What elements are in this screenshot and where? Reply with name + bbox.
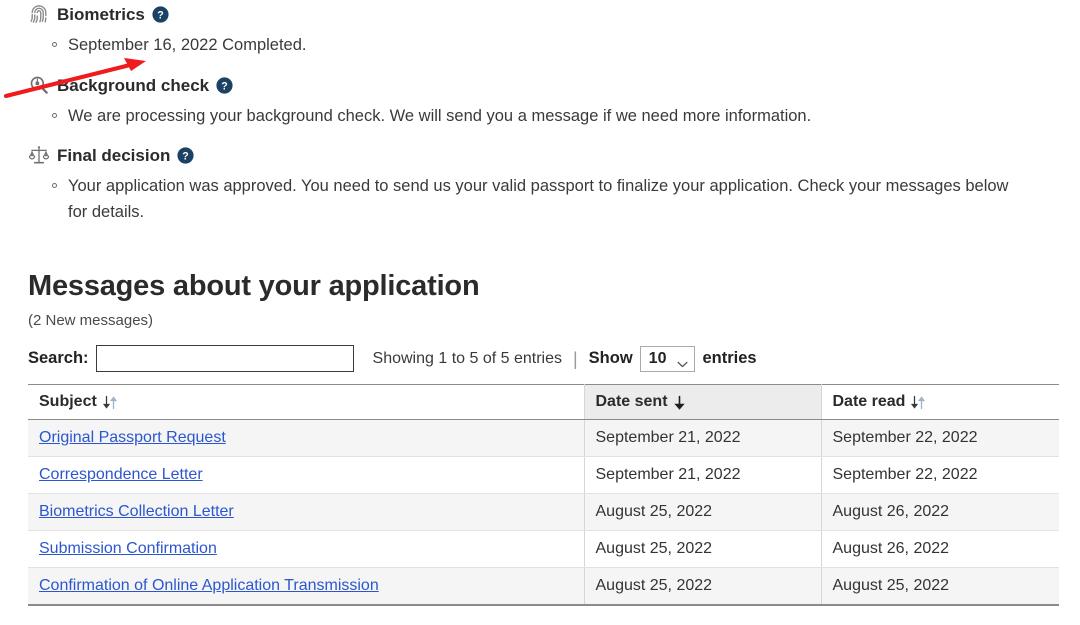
message-link[interactable]: Correspondence Letter xyxy=(39,466,203,483)
cell-subject: Confirmation of Online Application Trans… xyxy=(28,567,585,605)
message-link[interactable]: Submission Confirmation xyxy=(39,540,217,557)
svg-text:?: ? xyxy=(221,80,227,92)
cell-date-read: September 22, 2022 xyxy=(821,419,1059,457)
list-item: September 16, 2022 Completed. xyxy=(52,32,1018,58)
help-icon[interactable]: ? xyxy=(177,146,194,164)
cell-subject: Original Passport Request xyxy=(28,419,585,457)
message-link[interactable]: Original Passport Request xyxy=(39,429,226,446)
column-header-subject[interactable]: Subject xyxy=(28,384,585,420)
stage-header-background-check: Background check ? xyxy=(28,71,1080,99)
help-icon[interactable]: ? xyxy=(152,5,169,23)
page-length-select[interactable]: 10 xyxy=(639,345,696,372)
column-header-date-read[interactable]: Date read xyxy=(821,384,1059,420)
table-row: Correspondence Letter September 21, 2022… xyxy=(28,456,1059,494)
status-stage-final-decision: Final decision ? Your application was ap… xyxy=(28,141,1080,225)
svg-text:?: ? xyxy=(183,150,189,162)
messages-table: Subject Date sent Date read Original Pas… xyxy=(28,384,1059,606)
entries-label: entries xyxy=(702,349,757,367)
cell-date-sent: September 21, 2022 xyxy=(584,419,822,457)
scales-icon xyxy=(28,144,50,166)
column-label: Date read xyxy=(832,393,906,410)
showing-entries-text: Showing 1 to 5 of 5 entries xyxy=(372,349,562,367)
stage-header-final-decision: Final decision ? xyxy=(28,141,1080,169)
help-icon[interactable]: ? xyxy=(216,76,233,94)
page-length-value: 10 xyxy=(648,349,667,367)
sort-both-icon xyxy=(911,395,926,410)
table-row: Submission Confirmation August 25, 2022 … xyxy=(28,530,1059,568)
message-link[interactable]: Biometrics Collection Letter xyxy=(39,503,234,520)
stage-detail-list: September 16, 2022 Completed. xyxy=(28,32,1080,58)
table-body: Original Passport Request September 21, … xyxy=(28,419,1059,605)
controls-divider: | xyxy=(572,348,578,369)
column-label: Subject xyxy=(39,393,97,410)
cell-date-read: August 26, 2022 xyxy=(821,493,1059,531)
column-label: Date sent xyxy=(595,393,668,410)
sort-descending-icon xyxy=(673,395,685,410)
application-status-section: Biometrics ? September 16, 2022 Complete… xyxy=(0,0,1080,225)
cell-date-sent: August 25, 2022 xyxy=(584,530,822,568)
magnifier-icon xyxy=(28,74,50,96)
cell-subject: Biometrics Collection Letter xyxy=(28,493,585,531)
status-stage-biometrics: Biometrics ? September 16, 2022 Complete… xyxy=(28,0,1080,58)
stage-title: Biometrics xyxy=(57,4,145,24)
stage-title: Background check xyxy=(57,75,210,95)
list-item: Your application was approved. You need … xyxy=(52,173,1018,225)
cell-date-read: August 26, 2022 xyxy=(821,530,1059,568)
cell-date-sent: September 21, 2022 xyxy=(584,456,822,494)
table-controls: Search: Showing 1 to 5 of 5 entries | Sh… xyxy=(28,345,1080,372)
list-item: We are processing your background check.… xyxy=(52,103,1018,129)
table-row: Biometrics Collection Letter August 25, … xyxy=(28,493,1059,531)
cell-date-read: September 22, 2022 xyxy=(821,456,1059,494)
table-row: Original Passport Request September 21, … xyxy=(28,419,1059,457)
stage-detail-list: Your application was approved. You need … xyxy=(28,173,1080,225)
table-header-row: Subject Date sent Date read xyxy=(28,384,1059,420)
table-header: Subject Date sent Date read xyxy=(28,384,1059,420)
search-label: Search: xyxy=(28,349,89,367)
cell-subject: Correspondence Letter xyxy=(28,456,585,494)
svg-text:?: ? xyxy=(157,9,163,21)
sort-both-icon xyxy=(102,395,117,410)
cell-date-sent: August 25, 2022 xyxy=(584,493,822,531)
message-link[interactable]: Confirmation of Online Application Trans… xyxy=(39,577,379,594)
show-label: Show xyxy=(588,349,633,367)
stage-title: Final decision xyxy=(57,145,171,165)
fingerprint-icon xyxy=(28,3,50,25)
table-row: Confirmation of Online Application Trans… xyxy=(28,567,1059,605)
cell-subject: Submission Confirmation xyxy=(28,530,585,568)
status-stage-background-check: Background check ? We are processing you… xyxy=(28,71,1080,129)
messages-section: Messages about your application (2 New m… xyxy=(0,269,1080,606)
new-messages-count: (2 New messages) xyxy=(28,312,154,329)
column-header-date-sent[interactable]: Date sent xyxy=(584,384,822,420)
search-input[interactable] xyxy=(95,345,354,372)
stage-detail-list: We are processing your background check.… xyxy=(28,103,1080,129)
page-title: Messages about your application xyxy=(28,270,480,302)
cell-date-sent: August 25, 2022 xyxy=(584,567,822,605)
stage-header-biometrics: Biometrics ? xyxy=(28,0,1080,28)
cell-date-read: August 25, 2022 xyxy=(821,567,1059,605)
chevron-down-icon xyxy=(677,355,688,368)
